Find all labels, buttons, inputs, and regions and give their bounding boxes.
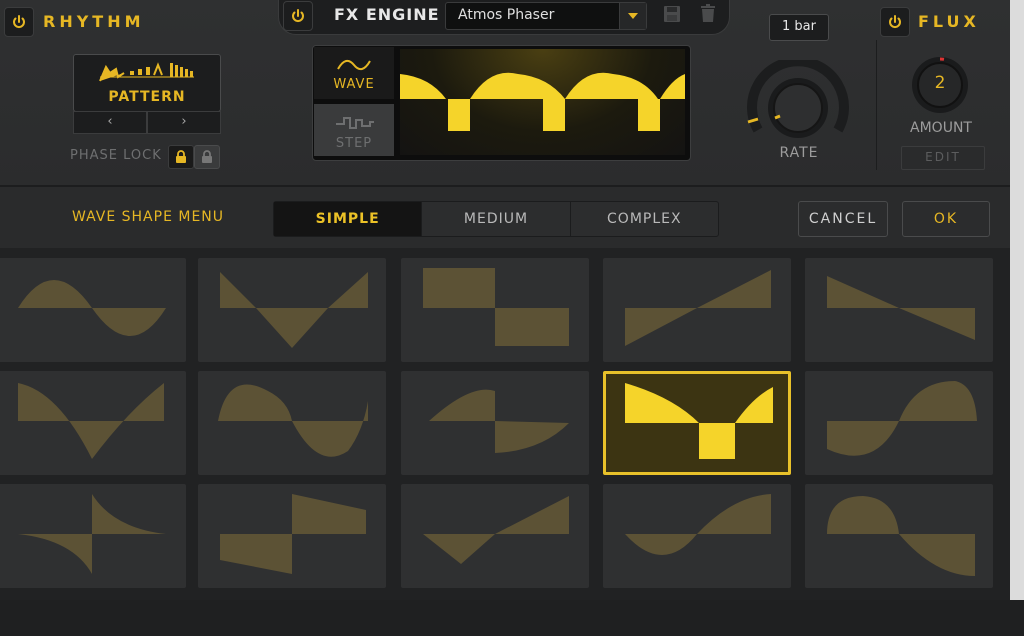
wave-shape-menu-label: WAVE SHAPE MENU [72, 209, 225, 225]
tab-step-label: STEP [335, 136, 373, 151]
wave-shape-soft-square[interactable] [401, 371, 589, 475]
wave-shape-triangle[interactable] [198, 258, 386, 362]
divider [0, 185, 1010, 187]
tab-wave[interactable]: WAVE [314, 47, 394, 99]
cancel-button[interactable]: CANCEL [798, 201, 888, 237]
chevron-down-icon [619, 3, 646, 29]
pattern-next-button[interactable]: › [147, 111, 221, 134]
wave-shape-ramp-up[interactable] [603, 258, 791, 362]
divider [876, 40, 877, 170]
wave-shape-dome-ramp[interactable] [805, 484, 993, 588]
wave-shape-spike[interactable] [0, 484, 186, 588]
tab-complex[interactable]: COMPLEX [571, 202, 718, 236]
wave-shape-selected[interactable] [603, 371, 791, 475]
amount-knob[interactable]: 2 [910, 55, 970, 115]
wave-shape-curve-down[interactable] [0, 371, 186, 475]
tab-medium[interactable]: MEDIUM [422, 202, 571, 236]
wave-shape-v-ramp[interactable] [401, 484, 589, 588]
power-icon [292, 9, 304, 22]
tab-simple[interactable]: SIMPLE [274, 202, 423, 236]
wave-preview [400, 49, 685, 155]
wave-shape-sine[interactable] [0, 258, 186, 362]
rate-label: RATE [779, 145, 819, 161]
pattern-icon [99, 62, 194, 82]
pattern-selector[interactable]: PATTERN [73, 54, 221, 112]
unlock-icon [202, 150, 212, 163]
rate-knob[interactable] [744, 56, 852, 150]
pattern-label: PATTERN [108, 89, 186, 105]
window-edge [1010, 0, 1024, 636]
phase-lock-label: PHASE LOCK [70, 148, 162, 163]
power-icon [889, 15, 901, 28]
rhythm-title: RHYTHM [43, 12, 145, 31]
wave-shape-ramp-down[interactable] [805, 258, 993, 362]
edit-button[interactable]: EDIT [901, 146, 985, 170]
trash-icon[interactable] [698, 3, 718, 25]
pattern-prev-button[interactable]: ‹ [73, 111, 147, 134]
fx-effect-dropdown[interactable]: Atmos Phaser [445, 2, 647, 30]
wave-shape-square[interactable] [401, 258, 589, 362]
wave-shape-half-round[interactable] [805, 371, 993, 475]
tab-step[interactable]: STEP [314, 104, 394, 156]
bottom-bar [0, 600, 1024, 636]
phase-lock-on-button[interactable] [168, 145, 194, 169]
fx-effect-value: Atmos Phaser [458, 7, 555, 23]
amount-value: 2 [934, 73, 946, 93]
fx-power-button[interactable] [283, 1, 313, 31]
phase-lock-off-button[interactable] [194, 145, 220, 169]
lock-icon [176, 150, 186, 163]
amount-label: AMOUNT [910, 120, 972, 136]
fx-engine-title: FX ENGINE [334, 5, 440, 24]
tab-wave-label: WAVE [333, 77, 375, 92]
wave-shape-s-curve[interactable] [603, 484, 791, 588]
flux-title: FLUX [918, 12, 980, 31]
rate-value-selector[interactable]: 1 bar [769, 14, 829, 41]
wave-shape-skewed-sine[interactable] [198, 371, 386, 475]
power-icon [13, 15, 25, 28]
wave-shape-step-ramp[interactable] [198, 484, 386, 588]
wave-shape-category-tabs: SIMPLE MEDIUM COMPLEX [273, 201, 719, 237]
save-icon[interactable] [662, 3, 682, 25]
flux-power-button[interactable] [880, 7, 910, 37]
ok-button[interactable]: OK [902, 201, 990, 237]
rhythm-power-button[interactable] [4, 7, 34, 37]
